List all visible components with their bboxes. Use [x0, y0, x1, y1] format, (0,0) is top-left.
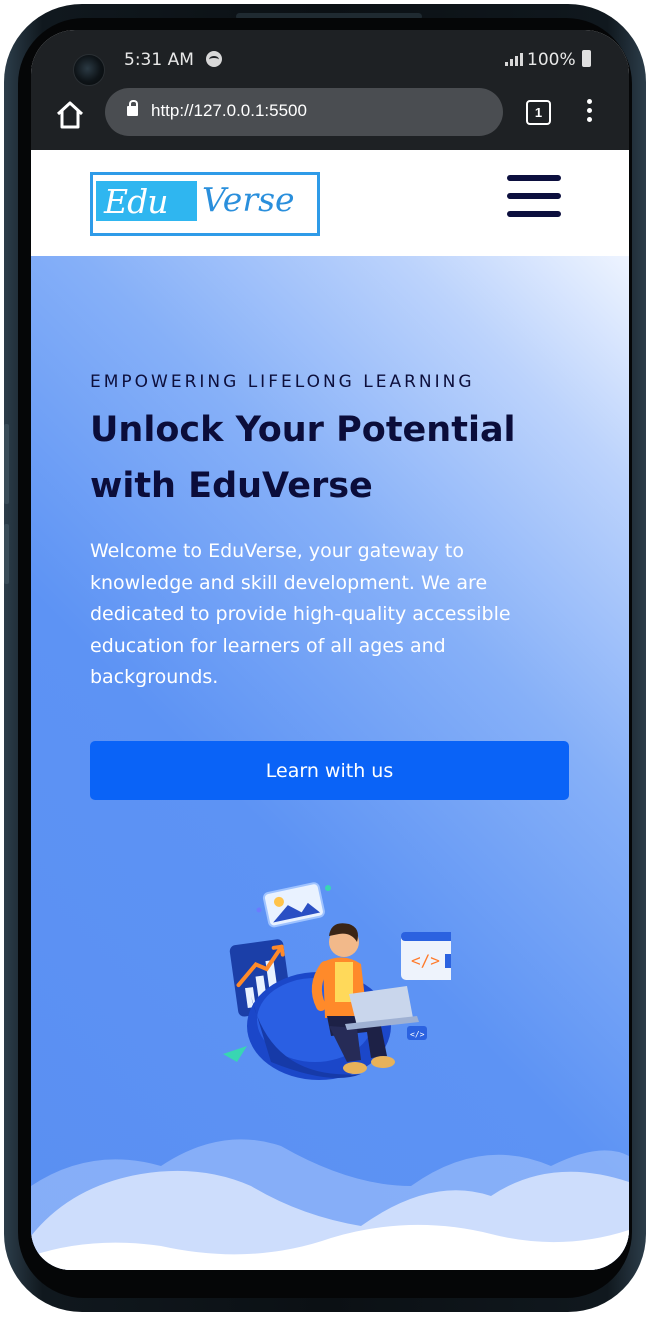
side-button: [4, 524, 9, 584]
address-bar[interactable]: http://127.0.0.1:5500: [105, 88, 503, 136]
front-camera: [73, 54, 105, 86]
hero-intro: Welcome to EduVerse, your gateway to kno…: [90, 540, 511, 688]
side-button: [4, 424, 9, 504]
hero-eyebrow: EMPOWERING LIFELONG LEARNING: [90, 372, 475, 392]
logo-verse-text: Verse: [202, 180, 295, 219]
more-vert-icon[interactable]: [587, 99, 593, 125]
spotify-icon: [206, 51, 222, 67]
decorative-waves: [31, 1139, 629, 1270]
learn-with-us-button[interactable]: Learn with us: [90, 741, 569, 800]
status-bar: 5:31 AM 100%: [31, 30, 629, 88]
hero-headline: Unlock Your Potential with EduVerse: [90, 410, 516, 506]
signal-icon: [505, 52, 523, 66]
eduverse-logo[interactable]: Edu Verse: [90, 172, 320, 236]
browser-toolbar: http://127.0.0.1:5500 1: [31, 88, 629, 150]
lock-icon: [127, 100, 138, 116]
battery-percent: 100%: [527, 50, 576, 70]
hero-section: EMPOWERING LIFELONG LEARNING Unlock Your…: [31, 256, 629, 1270]
logo-edu-block: Edu: [96, 181, 197, 221]
phone-screen: 5:31 AM 100% http://127.0.0.1:5500 1 Edu…: [31, 30, 629, 1270]
learner-illustration: </> </>: [223, 882, 451, 1080]
logo-edu-text: Edu: [104, 182, 168, 221]
battery-icon: [582, 50, 591, 67]
tab-switcher-icon[interactable]: 1: [526, 100, 551, 125]
svg-text:</>: </>: [410, 1030, 425, 1039]
site-header: Edu Verse: [31, 150, 629, 256]
svg-text:</>: </>: [411, 951, 440, 970]
status-time: 5:31 AM: [124, 50, 194, 70]
hamburger-menu-icon[interactable]: [507, 175, 561, 221]
url-text[interactable]: http://127.0.0.1:5500: [151, 101, 307, 121]
home-icon[interactable]: [53, 98, 87, 132]
